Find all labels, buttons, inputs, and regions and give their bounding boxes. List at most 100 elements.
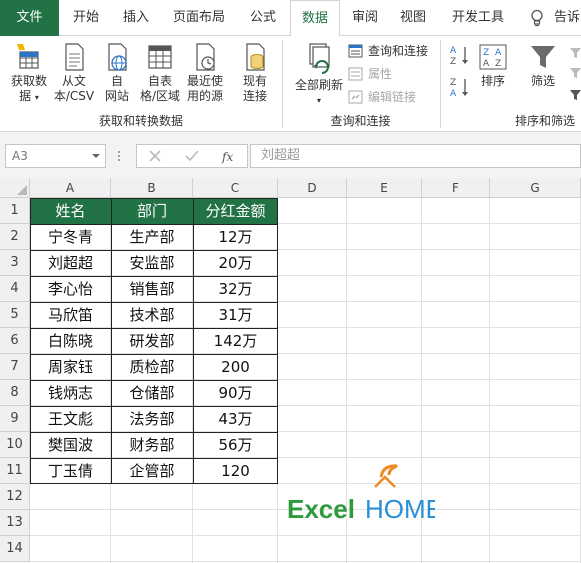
tab-review[interactable]: 审阅 — [343, 0, 387, 36]
from-web-button[interactable]: 自 网站 — [98, 42, 136, 104]
tab-file[interactable]: 文件 — [0, 0, 59, 36]
formula-buttons: fx — [136, 144, 248, 168]
column-header-g[interactable]: G — [490, 178, 581, 198]
tab-view[interactable]: 视图 — [390, 0, 436, 36]
table-border — [30, 250, 278, 251]
enter-checkmark-icon[interactable] — [185, 150, 199, 162]
tab-insert[interactable]: 插入 — [113, 0, 159, 36]
table-cell[interactable]: 企管部 — [111, 458, 193, 484]
recent-sources-icon — [196, 43, 215, 71]
row-header-12[interactable]: 12 — [0, 484, 30, 510]
gridline-horizontal — [30, 561, 581, 562]
from-table-range-button[interactable]: 自表 格/区域 — [138, 42, 182, 104]
table-cell[interactable]: 销售部 — [111, 276, 193, 302]
table-cell[interactable]: 技术部 — [111, 302, 193, 328]
from-web-label: 自 — [110, 74, 123, 88]
table-cell[interactable]: 财务部 — [111, 432, 193, 458]
table-cell[interactable]: 质检部 — [111, 354, 193, 380]
select-all-corner[interactable] — [0, 178, 30, 198]
table-cell[interactable]: 20万 — [193, 250, 278, 276]
table-header-cell[interactable]: 姓名 — [30, 198, 111, 224]
lightbulb-icon[interactable] — [530, 9, 544, 27]
table-border — [30, 328, 278, 329]
table-cell[interactable]: 李心怡 — [30, 276, 111, 302]
tab-data[interactable]: 数据 — [290, 0, 340, 37]
formula-input[interactable]: 刘超超 — [250, 144, 581, 168]
row-header-14[interactable]: 14 — [0, 536, 30, 562]
column-header-a[interactable]: A — [30, 178, 111, 198]
table-cell[interactable]: 钱炳志 — [30, 380, 111, 406]
table-icon — [148, 45, 172, 69]
properties-button[interactable]: 属性 — [348, 65, 448, 83]
refresh-all-button[interactable]: 全部刷新 ▾ — [290, 42, 348, 108]
table-cell[interactable]: 法务部 — [111, 406, 193, 432]
column-header-d[interactable]: D — [278, 178, 347, 198]
column-header-b[interactable]: B — [111, 178, 193, 198]
table-cell[interactable]: 王文彪 — [30, 406, 111, 432]
row-header-3[interactable]: 3 — [0, 250, 30, 276]
table-cell[interactable]: 马欣笛 — [30, 302, 111, 328]
table-cell[interactable]: 142万 — [193, 328, 278, 354]
table-cell[interactable]: 200 — [193, 354, 278, 380]
table-cell[interactable]: 12万 — [193, 224, 278, 250]
row-header-6[interactable]: 6 — [0, 328, 30, 354]
tell-me-label[interactable]: 告诉 — [554, 0, 581, 36]
filter-button[interactable]: 筛选 — [524, 42, 562, 89]
tab-developer[interactable]: 开发工具 — [440, 0, 516, 36]
table-cell[interactable]: 生产部 — [111, 224, 193, 250]
get-data-button[interactable]: 获取数 据 ▾ — [6, 42, 52, 105]
row-header-11[interactable]: 11 — [0, 458, 30, 484]
sort-az-button[interactable]: A Z — [448, 44, 472, 68]
table-cell[interactable]: 31万 — [193, 302, 278, 328]
row-header-8[interactable]: 8 — [0, 380, 30, 406]
existing-connections-button[interactable]: 现有 连接 — [234, 42, 276, 104]
row-header-2[interactable]: 2 — [0, 224, 30, 250]
name-box[interactable]: A3 — [5, 144, 106, 168]
table-cell[interactable]: 樊国波 — [30, 432, 111, 458]
table-header-cell[interactable]: 分红金额 — [193, 198, 278, 224]
row-header-10[interactable]: 10 — [0, 432, 30, 458]
advanced-filter-icons[interactable] — [568, 46, 581, 102]
row-header-9[interactable]: 9 — [0, 406, 30, 432]
row-header-5[interactable]: 5 — [0, 302, 30, 328]
drag-handle-icon[interactable] — [116, 150, 122, 162]
table-cell[interactable]: 周家钰 — [30, 354, 111, 380]
row-header-4[interactable]: 4 — [0, 276, 30, 302]
row-header-1[interactable]: 1 — [0, 198, 30, 224]
table-cell[interactable]: 宁冬青 — [30, 224, 111, 250]
column-header-f[interactable]: F — [422, 178, 490, 198]
table-cell[interactable]: 丁玉倩 — [30, 458, 111, 484]
tab-home[interactable]: 开始 — [59, 0, 113, 36]
insert-function-icon[interactable]: fx — [221, 148, 237, 164]
table-cell[interactable]: 研发部 — [111, 328, 193, 354]
table-cell[interactable]: 90万 — [193, 380, 278, 406]
refresh-all-label: 全部刷新 — [294, 78, 343, 92]
row-header-7[interactable]: 7 — [0, 354, 30, 380]
from-table-label-2: 格/区域 — [139, 89, 181, 103]
table-cell[interactable]: 120 — [193, 458, 278, 484]
recent-sources-button[interactable]: 最近使 用的源 — [183, 42, 227, 104]
tab-page-layout[interactable]: 页面布局 — [159, 0, 239, 36]
cancel-icon[interactable] — [149, 150, 161, 162]
edit-links-button[interactable]: 编辑链接 — [348, 88, 448, 106]
tab-formulas[interactable]: 公式 — [239, 0, 287, 36]
table-cell[interactable]: 刘超超 — [30, 250, 111, 276]
table-cell[interactable]: 白陈晓 — [30, 328, 111, 354]
column-header-c[interactable]: C — [193, 178, 278, 198]
table-header-cell[interactable]: 部门 — [111, 198, 193, 224]
column-header-e[interactable]: E — [347, 178, 422, 198]
sort-za-button[interactable]: Z A — [448, 76, 472, 100]
row-header-13[interactable]: 13 — [0, 510, 30, 536]
table-cell[interactable]: 43万 — [193, 406, 278, 432]
queries-connections-button[interactable]: 查询和连接 — [348, 42, 448, 60]
table-cell[interactable]: 安监部 — [111, 250, 193, 276]
worksheet-grid[interactable]: ABCDEFG 1 2 3 4 5 6 7 8 9 10 11 12 13 14 姓名 部门 分红金额 宁冬青生… — [0, 178, 581, 563]
sort-button[interactable]: Z A A Z 排序 — [476, 42, 510, 89]
from-text-label: 从文 — [61, 74, 86, 88]
from-text-csv-button[interactable]: 从文 本/CSV — [52, 42, 96, 104]
table-cell[interactable]: 仓储部 — [111, 380, 193, 406]
table-cell[interactable]: 32万 — [193, 276, 278, 302]
table-border — [30, 483, 278, 484]
chevron-down-icon[interactable] — [92, 154, 100, 158]
table-cell[interactable]: 56万 — [193, 432, 278, 458]
